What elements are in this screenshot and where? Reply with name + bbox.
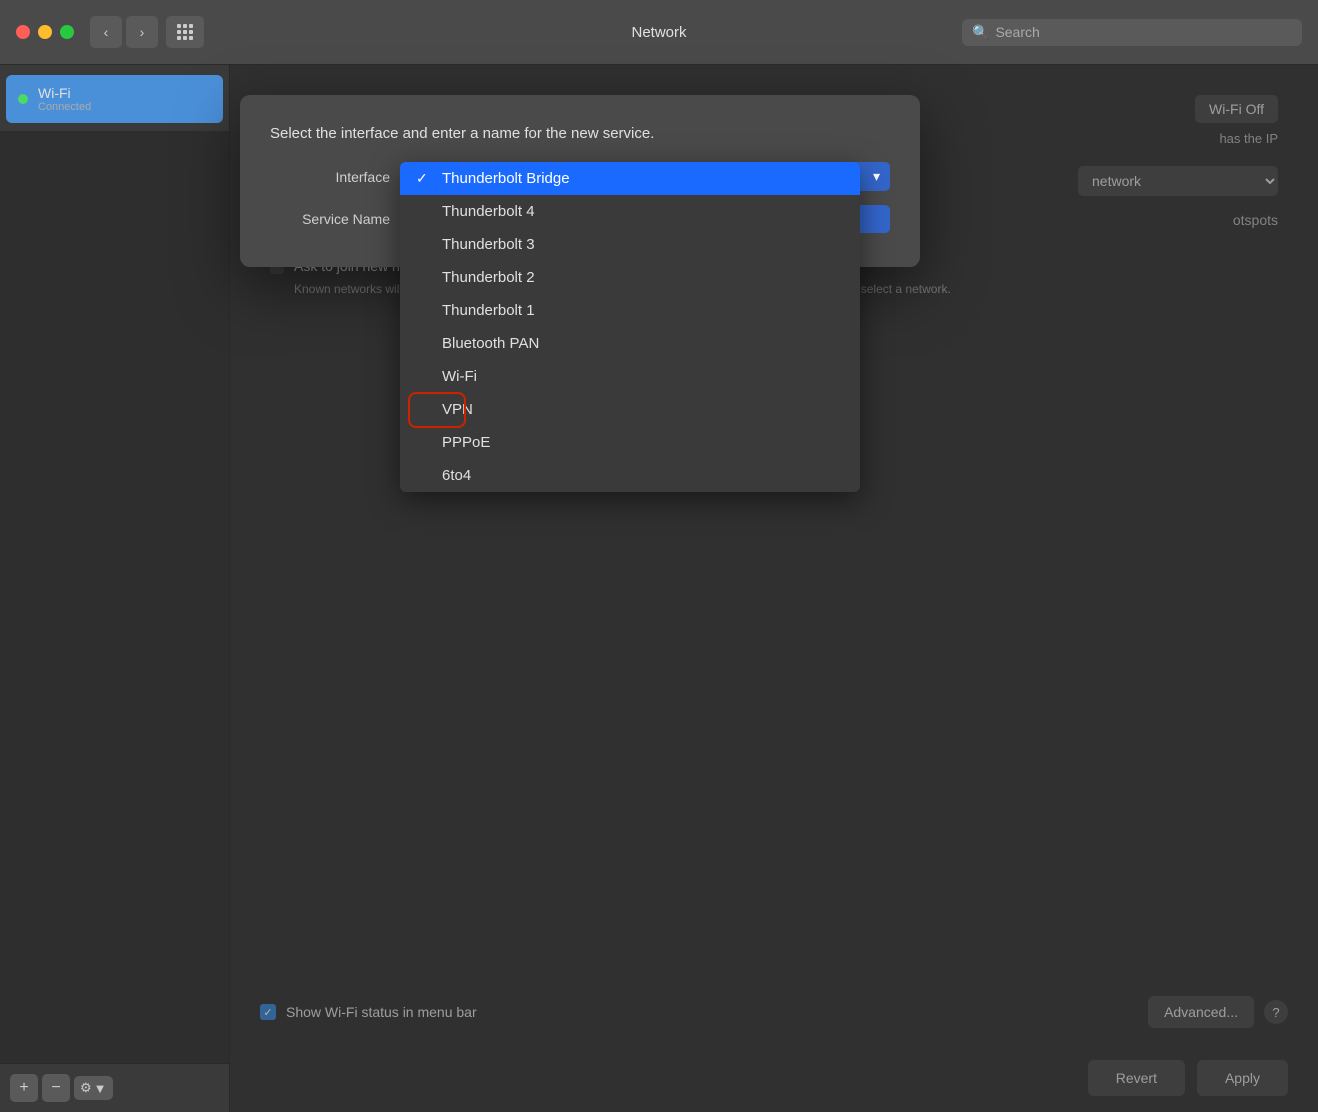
- dropdown-item-label: Thunderbolt 2: [442, 269, 535, 286]
- sidebar-item-wifi[interactable]: Wi-Fi Connected: [6, 75, 223, 123]
- titlebar: ‹ › Network 🔍: [0, 0, 1318, 65]
- sidebar-item-name: Wi-Fi: [38, 85, 91, 101]
- remove-service-button[interactable]: −: [42, 1074, 70, 1102]
- dialog-title: Select the interface and enter a name fo…: [270, 125, 890, 142]
- dropdown-item-thunderbolt-3[interactable]: Thunderbolt 3: [400, 228, 860, 261]
- dropdown-item-bluetooth-pan[interactable]: Bluetooth PAN: [400, 327, 860, 360]
- dropdown-item-label: Thunderbolt 3: [442, 236, 535, 253]
- interface-dropdown-container: Thunderbolt Bridge ▾ ✓ Thunderbolt Bridg…: [400, 162, 890, 191]
- dropdown-item-6to4[interactable]: 6to4: [400, 459, 860, 492]
- main-content: Wi-Fi Connected + − ⚙ ▼ Select the inter…: [0, 65, 1318, 1112]
- back-button[interactable]: ‹: [90, 16, 122, 48]
- dropdown-chevron: ▾: [873, 168, 880, 185]
- sidebar-list-area: [0, 131, 229, 1063]
- dropdown-item-label: Thunderbolt Bridge: [442, 170, 570, 187]
- nav-buttons: ‹ ›: [90, 16, 158, 48]
- dropdown-item-label: 6to4: [442, 467, 471, 484]
- dropdown-item-thunderbolt-4[interactable]: Thunderbolt 4: [400, 195, 860, 228]
- dropdown-item-label: PPPoE: [442, 434, 490, 451]
- dropdown-item-vpn[interactable]: VPN: [400, 393, 860, 426]
- maximize-button[interactable]: [60, 25, 74, 39]
- interface-dropdown-menu: ✓ Thunderbolt Bridge Thunderbolt 4 Thund…: [400, 162, 860, 492]
- forward-button[interactable]: ›: [126, 16, 158, 48]
- dropdown-item-label: VPN: [442, 401, 473, 418]
- minimize-button[interactable]: [38, 25, 52, 39]
- dropdown-item-thunderbolt-2[interactable]: Thunderbolt 2: [400, 261, 860, 294]
- window-controls: [16, 25, 74, 39]
- gear-icon: ⚙: [80, 1080, 92, 1096]
- close-button[interactable]: [16, 25, 30, 39]
- dropdown-item-label: Thunderbolt 4: [442, 203, 535, 220]
- grid-icon: [177, 24, 193, 40]
- search-bar: 🔍: [962, 19, 1302, 46]
- dropdown-item-label: Wi-Fi: [442, 368, 477, 385]
- window-title: Network: [631, 24, 686, 41]
- sidebar: Wi-Fi Connected + − ⚙ ▼: [0, 65, 230, 1112]
- sidebar-bottom: + − ⚙ ▼: [0, 1063, 229, 1112]
- sidebar-item-text: Wi-Fi Connected: [38, 85, 91, 113]
- status-dot-connected: [18, 94, 28, 104]
- search-input[interactable]: [995, 24, 1292, 40]
- service-name-label: Service Name: [270, 211, 390, 227]
- interface-row: Interface Thunderbolt Bridge ▾ ✓ Thunder…: [270, 162, 890, 191]
- grid-button[interactable]: [166, 16, 204, 48]
- sidebar-item-status: Connected: [38, 101, 91, 113]
- dropdown-item-label: Bluetooth PAN: [442, 335, 539, 352]
- gear-menu-button[interactable]: ⚙ ▼: [74, 1076, 113, 1100]
- search-icon: 🔍: [972, 24, 989, 41]
- check-icon: ✓: [416, 170, 432, 187]
- dropdown-item-thunderbolt-1[interactable]: Thunderbolt 1: [400, 294, 860, 327]
- gear-chevron: ▼: [94, 1081, 107, 1096]
- dropdown-item-thunderbolt-bridge[interactable]: ✓ Thunderbolt Bridge: [400, 162, 860, 195]
- dialog-box: Select the interface and enter a name fo…: [240, 95, 920, 267]
- right-panel: Select the interface and enter a name fo…: [230, 65, 1318, 1112]
- dropdown-item-label: Thunderbolt 1: [442, 302, 535, 319]
- dropdown-item-pppoe[interactable]: PPPoE: [400, 426, 860, 459]
- dropdown-item-wifi[interactable]: Wi-Fi: [400, 360, 860, 393]
- interface-label: Interface: [270, 169, 390, 185]
- add-service-button[interactable]: +: [10, 1074, 38, 1102]
